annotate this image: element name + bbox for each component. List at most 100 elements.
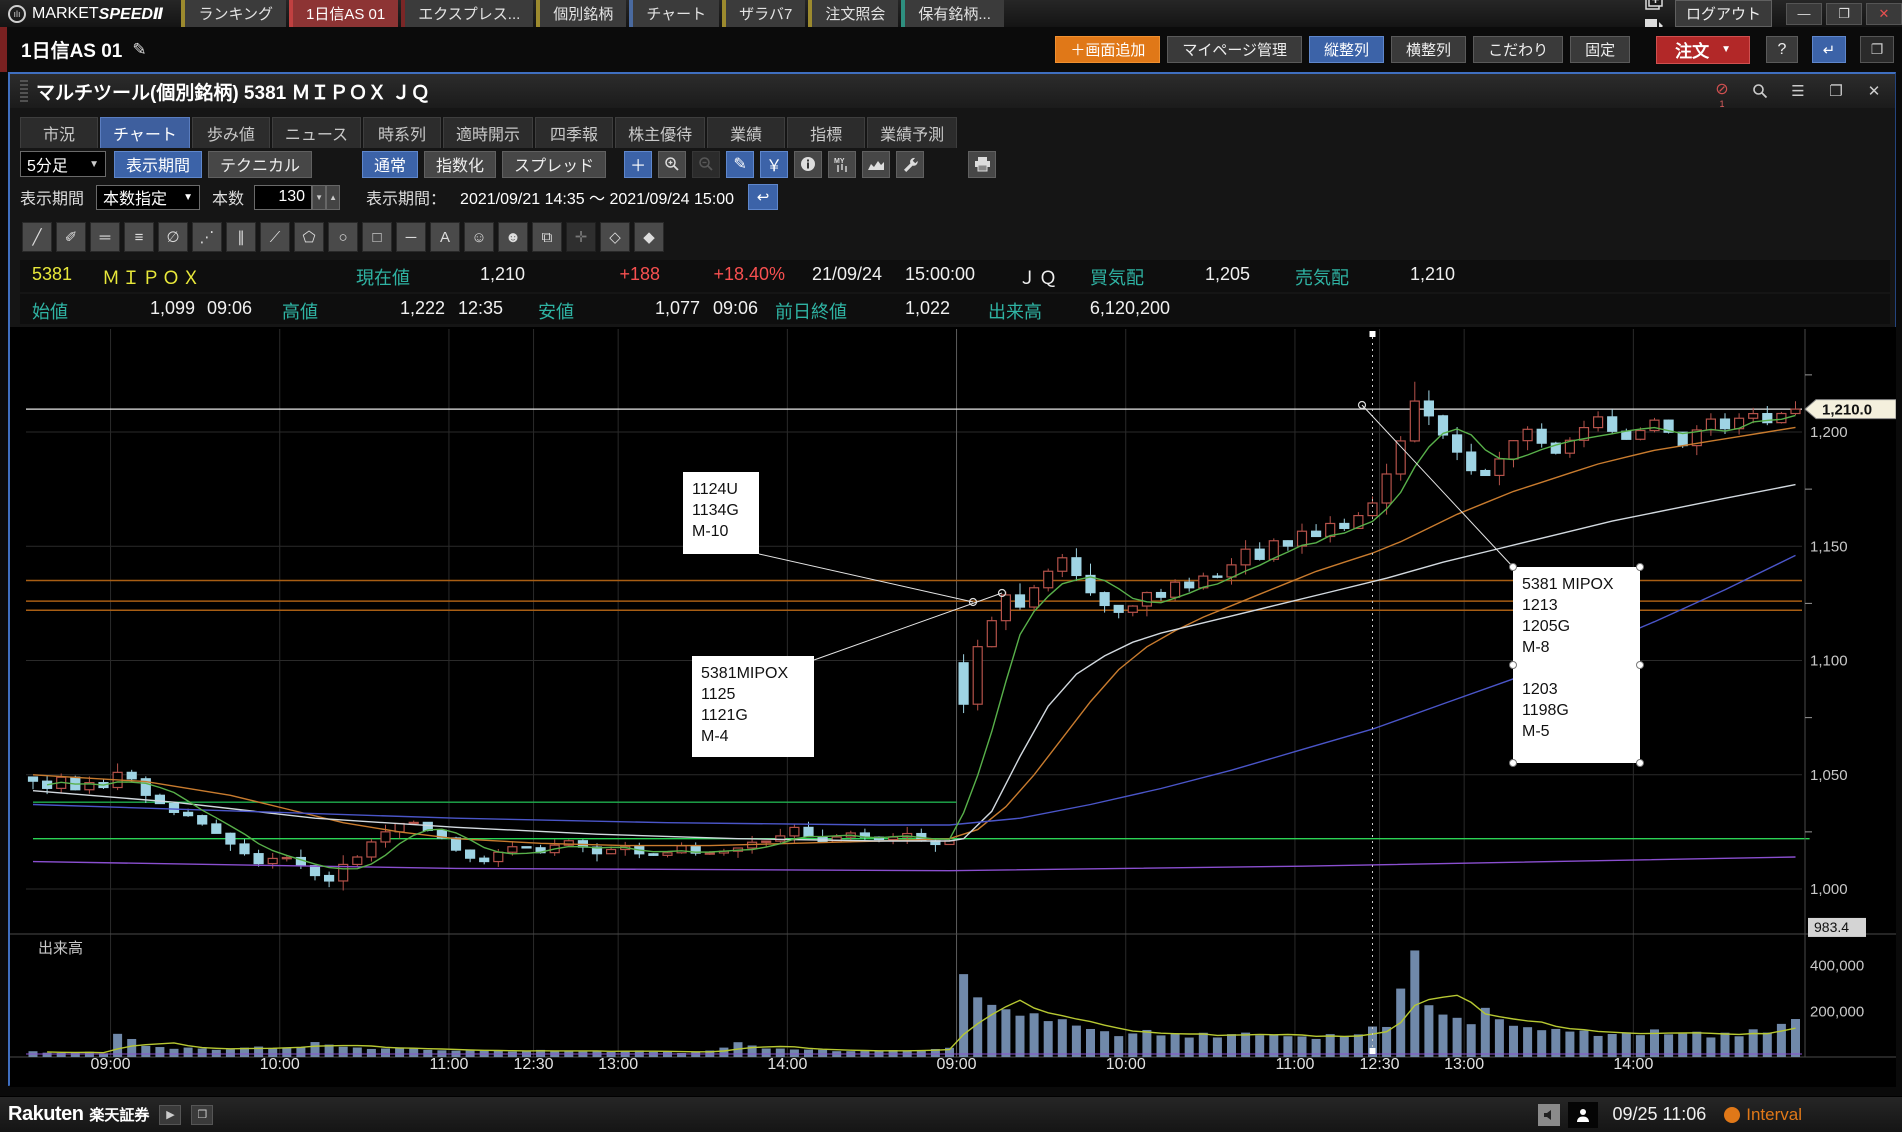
edit-pencil-icon[interactable]: ✎ [132,40,146,60]
callout-text: 1205G [1522,618,1570,635]
link-icon[interactable]: ⊘1 [1707,79,1737,103]
trend-line-tool[interactable]: ╱ [22,222,52,252]
search-icon[interactable] [1745,79,1775,103]
icon-stamp-tool[interactable]: ☺ [464,222,494,252]
tab-指標[interactable]: 指標 [787,117,865,148]
top-tab-1[interactable]: 1日信AS 01 [289,0,398,27]
order-button[interactable]: 注文▼ [1656,36,1750,64]
tab-ニュース[interactable]: ニュース [272,117,361,148]
tab-株主優待[interactable]: 株主優待 [615,117,705,148]
indexed-mode-button[interactable]: 指数化 [424,151,496,178]
user-icon[interactable] [1568,1102,1598,1128]
window-restore-icon[interactable]: ❐ [1821,79,1851,103]
speaker-icon[interactable] [1538,1104,1560,1126]
open-label: 始値 [32,298,68,324]
high-price: 1,222 [360,298,445,319]
count-down-button[interactable]: ▼ [312,185,326,210]
window-titlebar[interactable]: マルチツール(個別銘柄) 5381 ＭＩＰＯＸ ＪＱ ⊘1 ☰ ❐ ✕ [10,74,1895,108]
tile-windows-button[interactable]: ❐ [1860,36,1894,63]
tab-四季報[interactable]: 四季報 [535,117,613,148]
tab-時系列[interactable]: 時系列 [363,117,441,148]
info-button[interactable] [794,151,822,178]
tab-市況[interactable]: 市況 [20,117,98,148]
top-tab-2[interactable]: エクスプレス... [401,0,533,27]
ray-lines-tool[interactable]: ⟋ [260,222,290,252]
eraser-all-tool[interactable]: ◆ [634,222,664,252]
technical-button[interactable]: テクニカル [208,151,312,178]
current-price-value: 1,210.0 [1822,402,1872,419]
restore-button[interactable]: ❐ [1826,3,1862,25]
period-settings-row: 表示期間 本数指定▼ 本数 130 ▼ ▲ 表示期間： 2021/09/21 1… [20,180,1890,214]
workspace-button-2[interactable]: 縦整列 [1309,36,1384,63]
tab-歩み値[interactable]: 歩み値 [192,117,270,148]
ellipse-tool[interactable]: ○ [328,222,358,252]
workspace-button-5[interactable]: 固定 [1570,36,1630,63]
wrench-button[interactable] [896,151,924,178]
window-close-icon[interactable]: ✕ [1859,79,1889,103]
parallel-lines-tool[interactable]: ═ [90,222,120,252]
yen-button[interactable]: ￥ [760,151,788,178]
multi-lines-tool[interactable]: ≡ [124,222,154,252]
normal-mode-button[interactable]: 通常 [362,151,418,178]
workspace-button-4[interactable]: こだわり [1473,36,1563,63]
zoom-out-button[interactable] [692,151,720,178]
text-tool[interactable]: A [430,222,460,252]
callout-text: M-4 [701,728,729,745]
help-button[interactable]: ? [1766,36,1798,63]
zoom-in-button[interactable] [658,151,686,178]
add-window-icon[interactable] [1641,0,1667,14]
range-label: 表示期間： [366,185,446,209]
volume-label: 出来高 [988,298,1042,324]
top-tab-7[interactable]: 保有銘柄... [901,0,1004,27]
bar-count-input[interactable]: 130 [254,185,312,210]
logout-button[interactable]: ログアウト [1675,0,1772,27]
top-tab-5[interactable]: ザラバ7 [722,0,805,27]
workspace-button-0[interactable]: ＋画面追加 [1055,36,1160,63]
crosshair-button[interactable]: ＋ [624,151,652,178]
pentagon-tool[interactable]: ⬠ [294,222,324,252]
fibonacci-arc-tool[interactable]: ∅ [158,222,188,252]
time-axis-label: 11:00 [1276,1056,1315,1073]
ruler-tool[interactable]: ✐ [56,222,86,252]
spread-mode-button[interactable]: スプレッド [502,151,606,178]
time-axis-label: 11:00 [430,1056,469,1073]
minimize-button[interactable]: — [1786,3,1822,25]
tab-業績予測[interactable]: 業績予測 [867,117,957,148]
jump-arrow-button[interactable]: ↵ [1812,36,1846,63]
window-menu-icon[interactable]: ☰ [1783,79,1813,103]
area-chart-button[interactable] [862,151,890,178]
display-period-button[interactable]: 表示期間 [114,151,202,178]
change: +188 [580,264,660,285]
tab-業績[interactable]: 業績 [707,117,785,148]
tab-チャート[interactable]: チャート [100,117,190,148]
expand-panel-icon[interactable]: ▶ [159,1105,181,1125]
tab-適時開示[interactable]: 適時開示 [443,117,533,148]
print-button[interactable] [968,151,996,178]
mini-window-icon[interactable]: ❐ [191,1105,213,1125]
top-tab-3[interactable]: 個別銘柄 [536,0,626,27]
reset-period-button[interactable]: ↩ [748,184,778,210]
top-tab-6[interactable]: 注文照会 [808,0,898,27]
copy-object-tool[interactable]: ⧉ [532,222,562,252]
drag-grip-icon[interactable] [20,80,28,102]
icon-stamp2-tool[interactable]: ☻ [498,222,528,252]
workspace-button-1[interactable]: マイページ管理 [1167,36,1302,63]
rectangle-tool[interactable]: □ [362,222,392,252]
close-button[interactable]: ✕ [1866,3,1902,25]
interval-select[interactable]: 5分足▼ [20,151,106,177]
top-tab-4[interactable]: チャート [629,0,719,27]
candlestick-chart[interactable]: 09:0010:0011:0012:3013:0014:0009:0010:00… [10,327,1896,1087]
draw-pencil-button[interactable]: ✎ [726,151,754,178]
count-up-button[interactable]: ▲ [326,185,340,210]
toolbar-icon-buttons: ＋ ✎￥ MY [624,151,1002,178]
chart-area[interactable]: 09:0010:0011:0012:3013:0014:0009:0010:00… [10,327,1896,1087]
horizontal-line-tool[interactable]: ─ [396,222,426,252]
my-chart-button[interactable]: MY [828,151,856,178]
workspace-button-3[interactable]: 横整列 [1391,36,1466,63]
period-mode-select[interactable]: 本数指定▼ [96,185,200,210]
hand-tool[interactable]: ✛ [566,222,596,252]
fan-lines-tool[interactable]: ⋰ [192,222,222,252]
vertical-grid-tool[interactable]: ∥ [226,222,256,252]
top-tab-0[interactable]: ランキング [181,0,286,27]
eraser-tool[interactable]: ◇ [600,222,630,252]
